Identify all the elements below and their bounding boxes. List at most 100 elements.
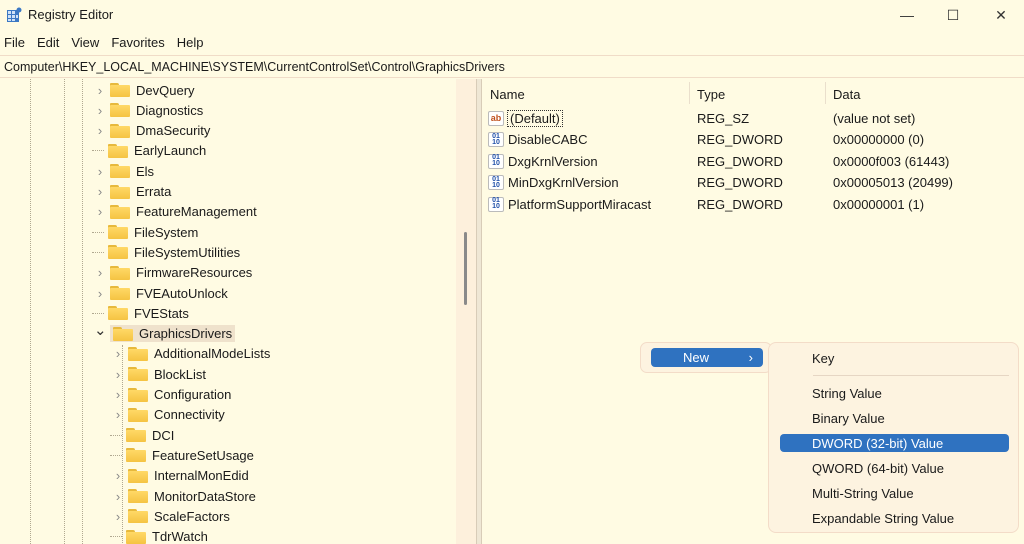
tree-item-filesystem[interactable]: FileSystem [92,222,198,242]
chevron-right-icon[interactable]: › [112,489,124,504]
tree-item-body: GraphicsDrivers [110,325,236,343]
menu-item-qword-64-bit-value[interactable]: QWORD (64-bit) Value [780,459,1009,477]
folder-icon [128,509,148,524]
tree-item-label: BlockList [154,366,207,382]
chevron-right-icon[interactable]: › [112,346,124,361]
tree-item-graphicsdrivers[interactable]: ⌄ GraphicsDrivers [94,321,236,344]
chevron-right-icon[interactable]: › [112,387,124,402]
tree-scrollbar-thumb[interactable] [464,232,467,305]
tree-item-connectivity[interactable]: › Connectivity [112,405,225,425]
tree-item-body: DevQuery [110,83,195,98]
tree-item-internalmonedid[interactable]: › InternalMonEdid [112,466,249,486]
tree-item-devquery[interactable]: › DevQuery [94,80,195,100]
folder-icon [110,286,130,300]
value-type: REG_DWORD [697,175,783,190]
binary-value-icon: 01 10 [488,153,504,169]
column-header-name[interactable]: Name [490,87,525,102]
tree-item-errata[interactable]: › Errata [94,182,172,202]
column-header-type[interactable]: Type [697,87,725,102]
menu-item-key[interactable]: Key [780,349,1009,367]
chevron-right-icon[interactable]: › [94,164,106,179]
tree-item-body: Diagnostics [110,103,203,118]
tree-item-label: DCI [152,427,175,443]
tree-item-firmwareresources[interactable]: › FirmwareResources [94,263,252,283]
tree-item-label: InternalMonEdid [154,468,249,484]
chevron-right-icon[interactable]: › [94,265,106,280]
tree-item-dci[interactable]: DCI [110,425,174,445]
menu-item-new-label: New [683,350,710,365]
tree-item-label: MonitorDataStore [154,488,256,504]
value-row[interactable]: ab (Default) REG_SZ (value not set) [488,108,1008,128]
folder-icon [128,468,148,483]
menu-item-new[interactable]: New › [651,348,763,367]
chevron-right-icon[interactable]: › [94,184,106,199]
menu-help[interactable]: Help [173,33,210,53]
tree-item-fveautounlock[interactable]: › FVEAutoUnlock [94,283,228,303]
tree-scrollbar[interactable] [456,79,476,544]
tree-item-featuremanagement[interactable]: › FeatureManagement [94,202,257,222]
tree-item-monitordatastore[interactable]: › MonitorDataStore [112,486,256,506]
menu-item-multi-string-value[interactable]: Multi-String Value [780,484,1009,502]
address-bar[interactable]: Computer\HKEY_LOCAL_MACHINE\SYSTEM\Curre… [0,55,1024,78]
chevron-right-icon[interactable]: › [94,123,106,138]
tree-item-earlylaunch[interactable]: EarlyLaunch [92,141,206,161]
chevron-right-icon[interactable]: › [94,286,106,301]
tree-item-label: TdrWatch [152,529,208,544]
value-type: REG_SZ [697,110,750,126]
menu-item-string-value[interactable]: String Value [780,384,1009,402]
menu-item-expandable-string-value[interactable]: Expandable String Value [780,509,1009,527]
tree-item-additionalmodelists[interactable]: › AdditionalModeLists [112,344,271,364]
tree-item-tdrwatch[interactable]: TdrWatch [110,527,208,544]
maximize-button[interactable]: ☐ [930,0,976,30]
value-row[interactable]: 01 10 DisableCABC REG_DWORD 0x00000000 (0) [488,130,1008,150]
value-row[interactable]: 01 10 DxgKrnlVersion REG_DWORD 0x0000f003 (6… [488,151,1008,171]
tree-item-label: FeatureManagement [136,204,257,220]
folder-icon [108,143,128,158]
chevron-right-icon[interactable]: › [112,509,124,524]
chevron-right-icon[interactable]: › [112,367,124,382]
new-submenu: Key String Value Binary Value DWORD (32-bit… [768,342,1019,533]
tree-item-fvestats[interactable]: FVEStats [92,303,189,323]
chevron-right-icon[interactable]: › [94,103,106,118]
chevron-right-icon[interactable]: › [112,468,124,483]
tree-item-dmasecurity[interactable]: › DmaSecurity [94,121,211,141]
menu-file[interactable]: File [0,33,31,53]
value-name: (Default) [507,109,563,127]
tree-item-els[interactable]: › Els [94,161,154,181]
tree-item-body: DCI [126,428,174,443]
chevron-right-icon[interactable]: › [112,407,124,422]
tree-item-scalefactors[interactable]: › ScaleFactors [112,506,230,526]
tree-item-configuration[interactable]: › Configuration [112,385,232,405]
close-button[interactable]: ✕ [978,0,1024,30]
tree-item-featuresetusage[interactable]: FeatureSetUsage [110,445,254,465]
value-row[interactable]: 01 10 MinDxgKrnlVersion REG_DWORD 0x00005013… [488,173,1008,193]
minimize-button[interactable]: — [884,0,930,30]
pane-splitter[interactable] [476,79,482,544]
chevron-down-icon[interactable]: ⌄ [94,321,107,339]
folder-icon [128,346,148,361]
menu-item-dword-32-bit-value[interactable]: DWORD (32-bit) Value [780,434,1009,452]
binary-value-icon: 01 10 [488,132,504,147]
tree-item-blocklist[interactable]: › BlockList [112,364,206,384]
tree-item-label: Connectivity [154,407,225,423]
tree-item-diagnostics[interactable]: › Diagnostics [94,100,203,120]
chevron-right-icon: › [748,350,753,365]
chevron-right-icon[interactable]: › [94,83,106,98]
menu-item-binary-value[interactable]: Binary Value [780,409,1009,427]
binary-value-icon: 01 10 [488,196,504,212]
menu-edit[interactable]: Edit [33,33,65,53]
tree-connector [92,231,104,233]
tree-item-label: ScaleFactors [154,508,230,524]
tree-item-filesystemutilities[interactable]: FileSystemUtilities [92,242,240,262]
tree-item-body: AdditionalModeLists [128,346,270,361]
tree-item-body: InternalMonEdid [128,468,249,483]
tree-item-body: FVEAutoUnlock [110,286,228,301]
menu-view[interactable]: View [67,33,105,53]
value-data: 0x00000001 (1) [833,196,925,212]
tree-item-body: FVEStats [108,306,189,321]
tree-item-label: DevQuery [136,82,195,98]
chevron-right-icon[interactable]: › [94,204,106,219]
menu-favorites[interactable]: Favorites [107,33,170,53]
column-header-data[interactable]: Data [833,87,860,102]
value-row[interactable]: 01 10 PlatformSupportMiracast REG_DWORD 0x00… [488,194,1008,214]
